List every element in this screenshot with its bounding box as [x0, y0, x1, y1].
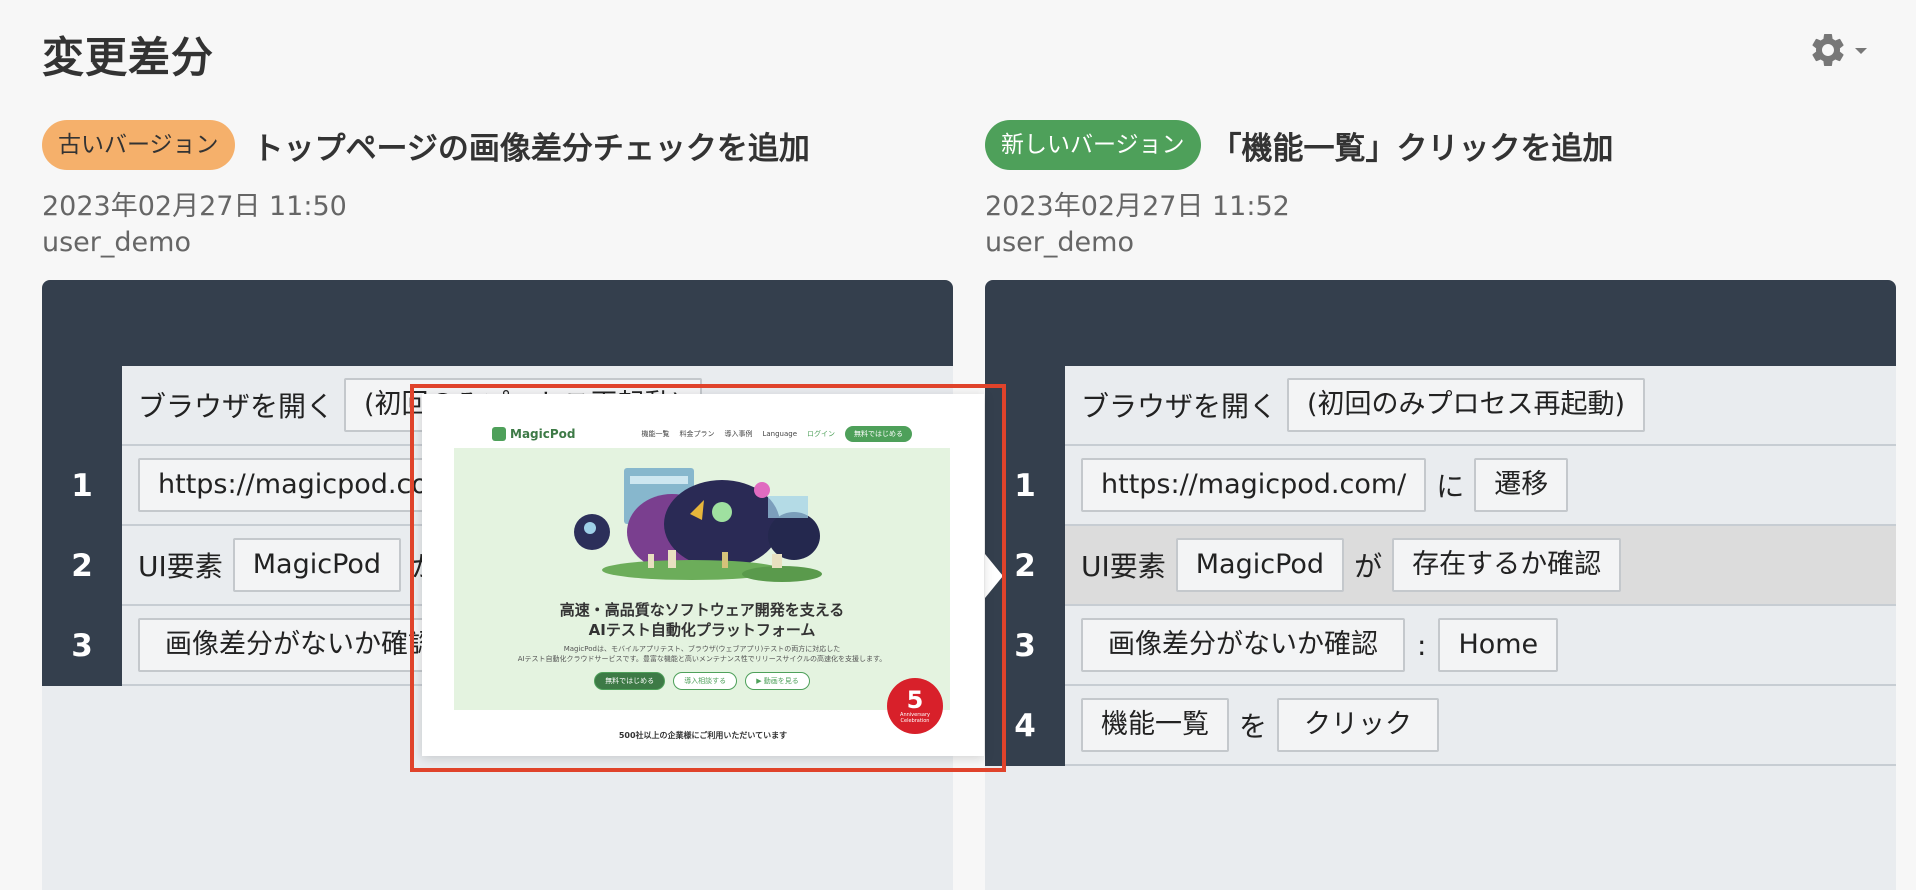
- new-steps-table: ブラウザを開く (初回のみプロセス再起動) 1 https://magicpod…: [985, 280, 1896, 890]
- new-version-title: 「機能一覧」クリックを追加: [1210, 130, 1614, 167]
- step-action[interactable]: 画像差分がないか確認: [1081, 618, 1405, 672]
- preview-logo-text: MagicPod: [510, 427, 576, 441]
- preview-footer-text: 500社以上の企業様にご利用いただいています: [618, 731, 788, 740]
- step-separator: :: [1417, 628, 1427, 662]
- table-header: [985, 280, 1896, 366]
- preview-hero-button: ▶ 動画を見る: [745, 672, 810, 690]
- step-command: ブラウザを開く: [138, 390, 335, 423]
- seal-text: Celebration: [900, 718, 930, 724]
- page-title: 変更差分: [42, 33, 215, 82]
- screenshot-preview-popup[interactable]: MagicPod 機能一覧 料金プラン 導入事例 Language ログイン 無…: [422, 394, 984, 756]
- step-number: [42, 366, 122, 446]
- old-version-header: 古いバージョン トップページの画像差分チェックを追加: [42, 120, 810, 170]
- step-ui-element[interactable]: 機能一覧: [1081, 698, 1229, 752]
- new-version-date: 2023年02月27日 11:52: [985, 191, 1290, 222]
- preview-logo: MagicPod: [492, 427, 575, 441]
- preview-subtext-line: MagicPodは、モバイルアプリテスト、ブラウザ(ウェブアプリ)テストの両方に…: [563, 645, 841, 653]
- step-row-2[interactable]: 2 UI要素 MagicPod が 存在するか確認: [985, 526, 1896, 606]
- old-version-title: トップページの画像差分チェックを追加: [252, 130, 810, 167]
- preview-hero-buttons: 無料ではじめる 導入相談する ▶ 動画を見る: [454, 672, 950, 690]
- step-url-value[interactable]: https://magicpod.com/: [1081, 458, 1427, 512]
- step-particle: を: [1239, 710, 1268, 743]
- magicpod-logo-icon: [492, 427, 506, 441]
- seal-number: 5: [906, 686, 924, 714]
- step-number: 1: [42, 446, 122, 526]
- settings-menu-button[interactable]: [1808, 30, 1868, 70]
- new-version-user: user_demo: [985, 227, 1134, 258]
- preview-nav-link: 料金プラン: [679, 430, 715, 438]
- diff-pointer-arrow: [985, 554, 1003, 598]
- anniversary-seal-badge: 5 Anniversary Celebration: [887, 678, 943, 734]
- step-action[interactable]: 画像差分がないか確認: [138, 618, 462, 672]
- preview-site-nav: MagicPod 機能一覧 料金プラン 導入事例 Language ログイン 無…: [492, 424, 912, 444]
- step-prefix: UI要素: [1081, 550, 1166, 583]
- preview-hero-button: 無料ではじめる: [594, 672, 666, 690]
- step-ui-element[interactable]: MagicPod: [1175, 538, 1345, 592]
- new-version-badge: 新しいバージョン: [985, 120, 1201, 170]
- preview-hero: 高速・高品質なソフトウェア開発を支える AIテスト自動化プラットフォーム Mag…: [454, 448, 950, 710]
- preview-nav-link: ログイン: [807, 430, 835, 438]
- step-action[interactable]: クリック: [1277, 698, 1440, 752]
- old-version-user: user_demo: [42, 227, 191, 258]
- step-row-4[interactable]: 4 機能一覧 を クリック: [985, 686, 1896, 766]
- step-number: 3: [42, 606, 122, 686]
- step-row-open-browser[interactable]: ブラウザを開く (初回のみプロセス再起動): [985, 366, 1896, 446]
- preview-hero-button: 導入相談する: [673, 672, 738, 690]
- step-particle: が: [1354, 550, 1383, 583]
- step-number: 2: [42, 526, 122, 606]
- preview-subtext-line: AIテスト自動化クラウドサービスです。豊富な機能と高いメンテナンス性でリリースサ…: [517, 655, 887, 663]
- step-number: 1: [985, 446, 1065, 526]
- preview-nav-cta: 無料ではじめる: [845, 426, 912, 442]
- new-version-header: 新しいバージョン 「機能一覧」クリックを追加: [985, 120, 1614, 170]
- preview-nav-link: 導入事例: [724, 430, 753, 438]
- preview-subtext: MagicPodは、モバイルアプリテスト、ブラウザ(ウェブアプリ)テストの両方に…: [454, 644, 950, 664]
- old-version-badge: 古いバージョン: [42, 120, 235, 170]
- step-number: [985, 366, 1065, 446]
- step-particle: に: [1436, 470, 1465, 503]
- step-action[interactable]: 遷移: [1474, 458, 1569, 512]
- step-target[interactable]: Home: [1438, 618, 1559, 672]
- preview-nav-link: Language: [762, 430, 797, 438]
- step-prefix: UI要素: [138, 550, 223, 583]
- preview-nav-link: 機能一覧: [641, 430, 670, 438]
- step-row-1[interactable]: 1 https://magicpod.com/ に 遷移: [985, 446, 1896, 526]
- step-number: 3: [985, 606, 1065, 686]
- old-version-date: 2023年02月27日 11:50: [42, 191, 347, 222]
- step-command: ブラウザを開く: [1081, 390, 1278, 423]
- step-number: 4: [985, 686, 1065, 766]
- preview-headline: 高速・高品質なソフトウェア開発を支える AIテスト自動化プラットフォーム: [454, 600, 950, 640]
- step-action[interactable]: 存在するか確認: [1392, 538, 1622, 592]
- table-header: [42, 280, 953, 366]
- step-ui-element[interactable]: MagicPod: [232, 538, 402, 592]
- preview-headline-line: 高速・高品質なソフトウェア開発を支える: [559, 601, 845, 619]
- gear-icon: [1812, 33, 1844, 66]
- step-row-3[interactable]: 3 画像差分がないか確認 : Home: [985, 606, 1896, 686]
- hero-illustration: [574, 468, 822, 582]
- preview-headline-line: AIテスト自動化プラットフォーム: [588, 621, 816, 639]
- step-parameter[interactable]: (初回のみプロセス再起動): [1287, 378, 1646, 432]
- preview-nav-links: 機能一覧 料金プラン 導入事例 Language ログイン 無料ではじめる: [631, 426, 912, 442]
- caret-down-icon: [1855, 48, 1867, 54]
